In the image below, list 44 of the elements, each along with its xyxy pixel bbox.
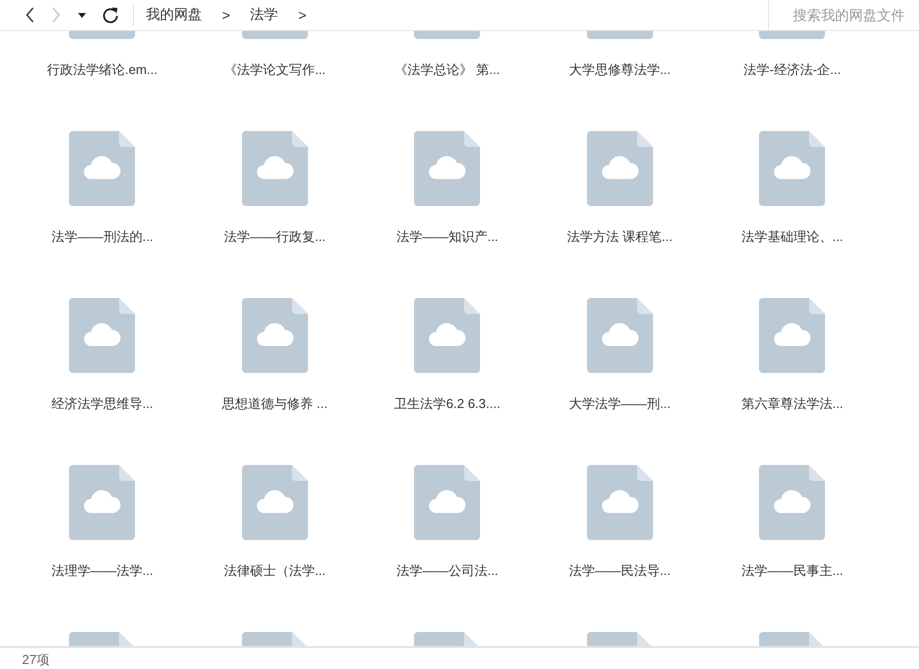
cloud-file-icon[interactable] bbox=[69, 298, 136, 373]
breadcrumb-link[interactable]: 法学 bbox=[250, 6, 278, 24]
cloud-file-icon[interactable] bbox=[69, 131, 136, 206]
file-name[interactable]: 《法学论文写作... bbox=[224, 61, 326, 79]
breadcrumb-link[interactable]: 我的网盘 bbox=[146, 6, 202, 24]
file-name[interactable]: 法学基础理论、... bbox=[741, 228, 844, 246]
file-name[interactable]: 法学——公司法... bbox=[396, 562, 498, 580]
cloud-file-icon[interactable] bbox=[414, 298, 480, 373]
file-name[interactable]: 行政法学绪论.em... bbox=[46, 61, 158, 79]
dropdown-icon[interactable] bbox=[78, 12, 86, 18]
cloud-file-icon[interactable] bbox=[759, 465, 826, 540]
cloud-file-icon[interactable] bbox=[242, 131, 308, 206]
cloud-file-icon[interactable] bbox=[586, 465, 653, 540]
file-name[interactable]: 法学方法 课程笔... bbox=[567, 228, 672, 246]
back-icon[interactable] bbox=[24, 6, 35, 24]
file-name[interactable]: 经济法学思维导... bbox=[51, 395, 154, 413]
cloud-file-icon[interactable] bbox=[242, 465, 308, 540]
cloud-file-icon[interactable] bbox=[242, 298, 308, 373]
breadcrumb-separator: > bbox=[298, 7, 306, 23]
file-name[interactable]: 第六章尊法学法... bbox=[741, 395, 844, 413]
item-count: 27项 bbox=[22, 651, 50, 668]
file-name[interactable]: 法律硕士（法学... bbox=[224, 562, 326, 580]
cloud-file-icon[interactable] bbox=[69, 465, 136, 540]
file-name[interactable]: 卫生法学6.2 6.3.... bbox=[394, 395, 500, 413]
cloud-file-icon[interactable] bbox=[759, 131, 826, 206]
file-name[interactable]: 法学——刑法的... bbox=[51, 228, 154, 246]
file-name[interactable]: 大学法学——刑... bbox=[568, 395, 671, 413]
cloud-file-icon[interactable] bbox=[759, 298, 826, 373]
file-name[interactable]: 法学——知识产... bbox=[396, 228, 498, 246]
file-name[interactable]: 思想道德与修养 ... bbox=[222, 395, 328, 413]
search-field[interactable]: 搜索我的网盘文件 bbox=[793, 7, 919, 23]
file-name[interactable]: 法学——民法导... bbox=[568, 562, 671, 580]
refresh-icon[interactable] bbox=[102, 6, 119, 24]
cloud-file-icon[interactable] bbox=[414, 465, 480, 540]
file-name[interactable]: 《法学总论》 第... bbox=[394, 61, 500, 79]
cloud-file-icon[interactable] bbox=[586, 298, 653, 373]
cloud-file-icon[interactable] bbox=[414, 131, 480, 206]
breadcrumb-separator: > bbox=[222, 7, 230, 23]
file-name[interactable]: 法学-经济法-企... bbox=[744, 61, 841, 79]
file-name[interactable]: 大学思修尊法学... bbox=[568, 61, 671, 79]
file-name[interactable]: 法学——民事主... bbox=[741, 562, 844, 580]
file-name[interactable]: 法理学——法学... bbox=[51, 562, 154, 580]
file-name[interactable]: 法学——行政复... bbox=[224, 228, 326, 246]
cloud-file-icon[interactable] bbox=[586, 131, 653, 206]
